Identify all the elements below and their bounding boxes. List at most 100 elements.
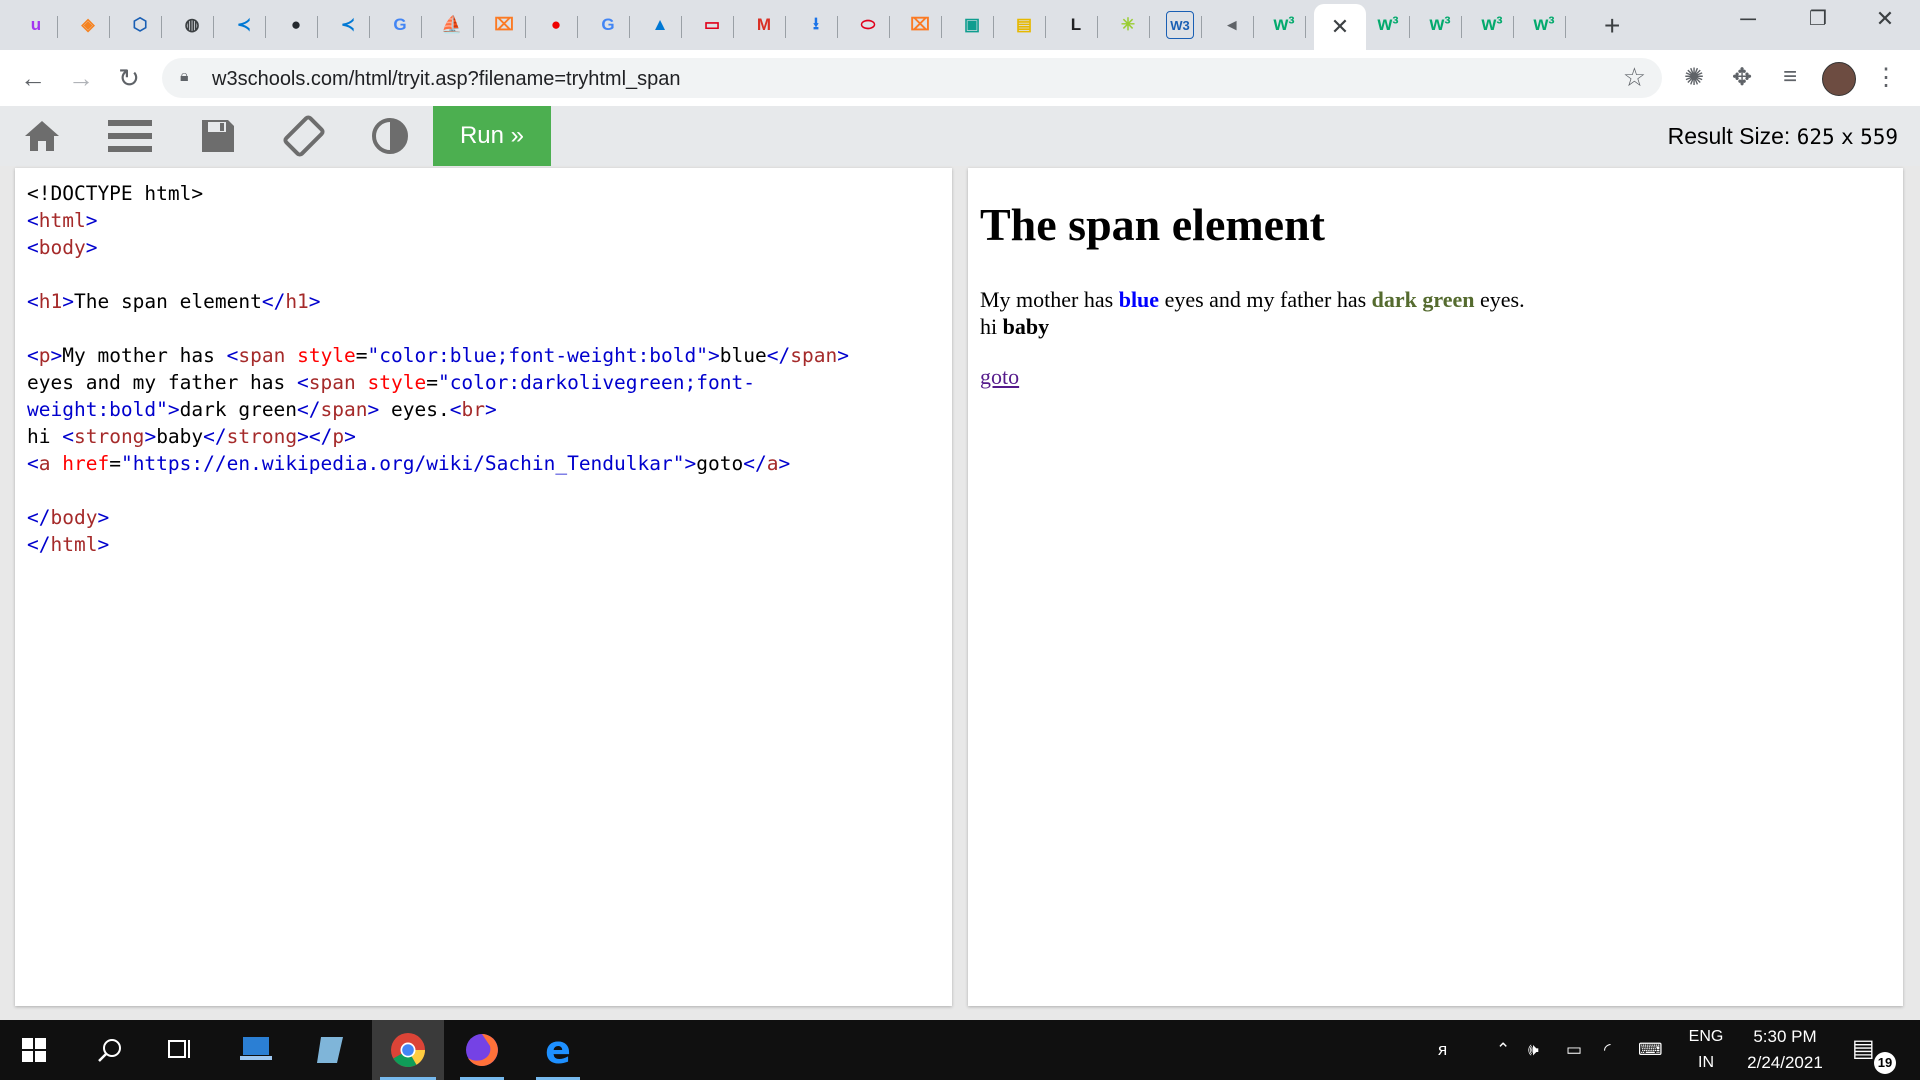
result-text: eyes and my father has xyxy=(1159,287,1372,312)
forward-icon[interactable]: → xyxy=(64,61,98,95)
profile-avatar[interactable] xyxy=(1822,62,1856,96)
battery-icon[interactable]: ▭ xyxy=(1566,1020,1592,1080)
clock-time: 5:30 PM xyxy=(1753,1027,1817,1046)
code-editor[interactable]: <!DOCTYPE html> <html> <body> <h1>The sp… xyxy=(15,168,952,1006)
menu-kebab-icon[interactable]: ⋮ xyxy=(1870,63,1902,92)
browser-tab[interactable]: G xyxy=(586,4,630,46)
w3schools-icon: w³ xyxy=(1273,14,1295,35)
close-icon[interactable]: ✕ xyxy=(1331,14,1349,40)
tab-separator xyxy=(1461,16,1462,38)
task-view-icon[interactable] xyxy=(150,1020,210,1080)
tab-separator xyxy=(681,16,682,38)
language-indicator[interactable]: ENG IN xyxy=(1682,1024,1730,1076)
browser-tab[interactable]: w³ xyxy=(1470,4,1514,46)
browser-tab[interactable]: W3 xyxy=(1158,4,1202,46)
back-icon[interactable]: ← xyxy=(16,61,50,95)
notes-app-icon[interactable] xyxy=(300,1020,360,1080)
browser-tab[interactable]: ▭ xyxy=(690,4,734,46)
result-width: 625 xyxy=(1796,125,1835,149)
redhat-icon: ● xyxy=(550,15,562,34)
windows-taskbar: e ᴙ ⌃ 🕪︎ ▭ ◜ ⌨ ENG IN 5:30 PM 2/24/2021 … xyxy=(0,1020,1920,1080)
browser-tab[interactable]: w³ xyxy=(1418,4,1462,46)
browser-tab[interactable]: w³ xyxy=(1262,4,1306,46)
rotate-orientation-icon[interactable] xyxy=(282,115,326,157)
clock[interactable]: 5:30 PM 2/24/2021 xyxy=(1730,1024,1840,1076)
notification-center-icon[interactable]: ▤ 19 xyxy=(1852,1034,1896,1074)
green-span: dark green xyxy=(1371,287,1475,312)
browser-tab[interactable]: M xyxy=(742,4,786,46)
globe-icon: ◍ xyxy=(184,15,200,34)
code-text[interactable]: <!DOCTYPE html> <html> <body> <h1>The sp… xyxy=(27,180,849,558)
result-heading: The span element xyxy=(980,199,1325,250)
browser-tab[interactable]: ◍ xyxy=(170,4,214,46)
address-bar[interactable]: 🔒︎ w3schools.com/html/tryit.asp?filename… xyxy=(162,58,1662,98)
save-icon[interactable] xyxy=(196,116,240,156)
browser-tab[interactable]: ◈ xyxy=(66,4,110,46)
people-icon[interactable]: ᴙ xyxy=(1438,1020,1468,1080)
browser-tab[interactable]: ⌧ xyxy=(482,4,526,46)
url-text[interactable]: w3schools.com/html/tryit.asp?filename=tr… xyxy=(212,68,681,91)
browser-tab[interactable]: ▲ xyxy=(638,4,682,46)
tab-separator xyxy=(213,16,214,38)
w3-icon: W3 xyxy=(1166,11,1194,39)
bookmark-star-icon[interactable]: ☆ xyxy=(1623,62,1646,93)
keyboard-icon[interactable]: ⌨ xyxy=(1638,1020,1674,1080)
media-control-icon[interactable]: ≡ xyxy=(1774,63,1806,91)
dark-mode-toggle-icon[interactable] xyxy=(368,116,412,156)
browser-tab[interactable]: ◂ xyxy=(1210,4,1254,46)
result-text: My mother has xyxy=(980,287,1119,312)
browser-tab[interactable]: L xyxy=(1054,4,1098,46)
browser-tab[interactable]: ⭳ xyxy=(794,4,838,46)
browser-tab[interactable]: G xyxy=(378,4,422,46)
browser-tab[interactable]: w³ xyxy=(1522,4,1566,46)
new-tab-button[interactable]: + xyxy=(1604,10,1620,42)
laptop-app-icon[interactable] xyxy=(226,1020,286,1080)
reload-icon[interactable]: ↻ xyxy=(112,61,146,95)
browser-tab[interactable]: ▤ xyxy=(1002,4,1046,46)
strong-text: baby xyxy=(1002,314,1050,339)
browser-tab[interactable]: ● xyxy=(534,4,578,46)
tab-separator xyxy=(369,16,370,38)
tab-separator xyxy=(1565,16,1566,38)
volume-icon[interactable]: 🕪︎ xyxy=(1528,1020,1554,1080)
mute-icon: ◂ xyxy=(1227,15,1237,34)
wifi-icon[interactable]: ◜ xyxy=(1604,1020,1630,1080)
bug-extension-icon[interactable]: ✺ xyxy=(1678,63,1710,92)
download-icon: ⭳ xyxy=(813,13,819,33)
browser-tab[interactable]: ● xyxy=(274,4,318,46)
w3schools-icon: w³ xyxy=(1377,14,1399,35)
tab-strip: u ◈ ⬡ ◍ ≺ ● ≺ G ⛵ ⌧ ● G ▲ ▭ M ⭳ ⬭ ⌧ ▣ ▤ L ✳ W3 ◂ w³ ✕ w³ w³ w³ w³ xyxy=(0,0,1920,50)
home-icon[interactable] xyxy=(20,116,64,156)
tab-separator xyxy=(889,16,890,38)
minimize-button[interactable]: ─ xyxy=(1723,6,1773,32)
close-window-button[interactable]: ✕ xyxy=(1860,6,1910,32)
browser-tab[interactable]: ⬭ xyxy=(846,4,890,46)
xampp-icon: ⌧ xyxy=(910,15,930,34)
diamond-icon: ◈ xyxy=(81,15,95,34)
tab-separator xyxy=(837,16,838,38)
menu-hamburger-icon[interactable] xyxy=(108,116,152,156)
tray-chevron-icon[interactable]: ⌃ xyxy=(1496,1020,1518,1080)
browser-tab[interactable]: ⌧ xyxy=(898,4,942,46)
windows-start-icon[interactable] xyxy=(4,1020,64,1080)
extensions-puzzle-icon[interactable]: ✥ xyxy=(1726,63,1758,92)
restore-button[interactable]: ❐ xyxy=(1793,6,1843,31)
browser-tab[interactable]: ⬡ xyxy=(118,4,162,46)
tab-separator xyxy=(317,16,318,38)
browser-tab[interactable]: ✕ xyxy=(1314,4,1366,50)
edge-taskbar-icon[interactable]: e xyxy=(528,1020,588,1080)
browser-tab[interactable]: ≺ xyxy=(326,4,370,46)
run-button[interactable]: Run » xyxy=(433,106,551,166)
firefox-taskbar-icon[interactable] xyxy=(452,1020,512,1080)
browser-tab[interactable]: ⛵ xyxy=(430,4,474,46)
browser-tab[interactable]: ≺ xyxy=(222,4,266,46)
chrome-taskbar-icon[interactable] xyxy=(372,1020,444,1080)
browser-tab[interactable]: ▣ xyxy=(950,4,994,46)
browser-tab[interactable]: w³ xyxy=(1366,4,1410,46)
browser-tab[interactable]: ✳ xyxy=(1106,4,1150,46)
result-text: hi xyxy=(980,314,1003,339)
browser-tab[interactable]: u xyxy=(14,4,58,46)
tab-separator xyxy=(1409,16,1410,38)
search-icon[interactable] xyxy=(80,1020,140,1080)
goto-link[interactable]: goto xyxy=(980,364,1019,390)
